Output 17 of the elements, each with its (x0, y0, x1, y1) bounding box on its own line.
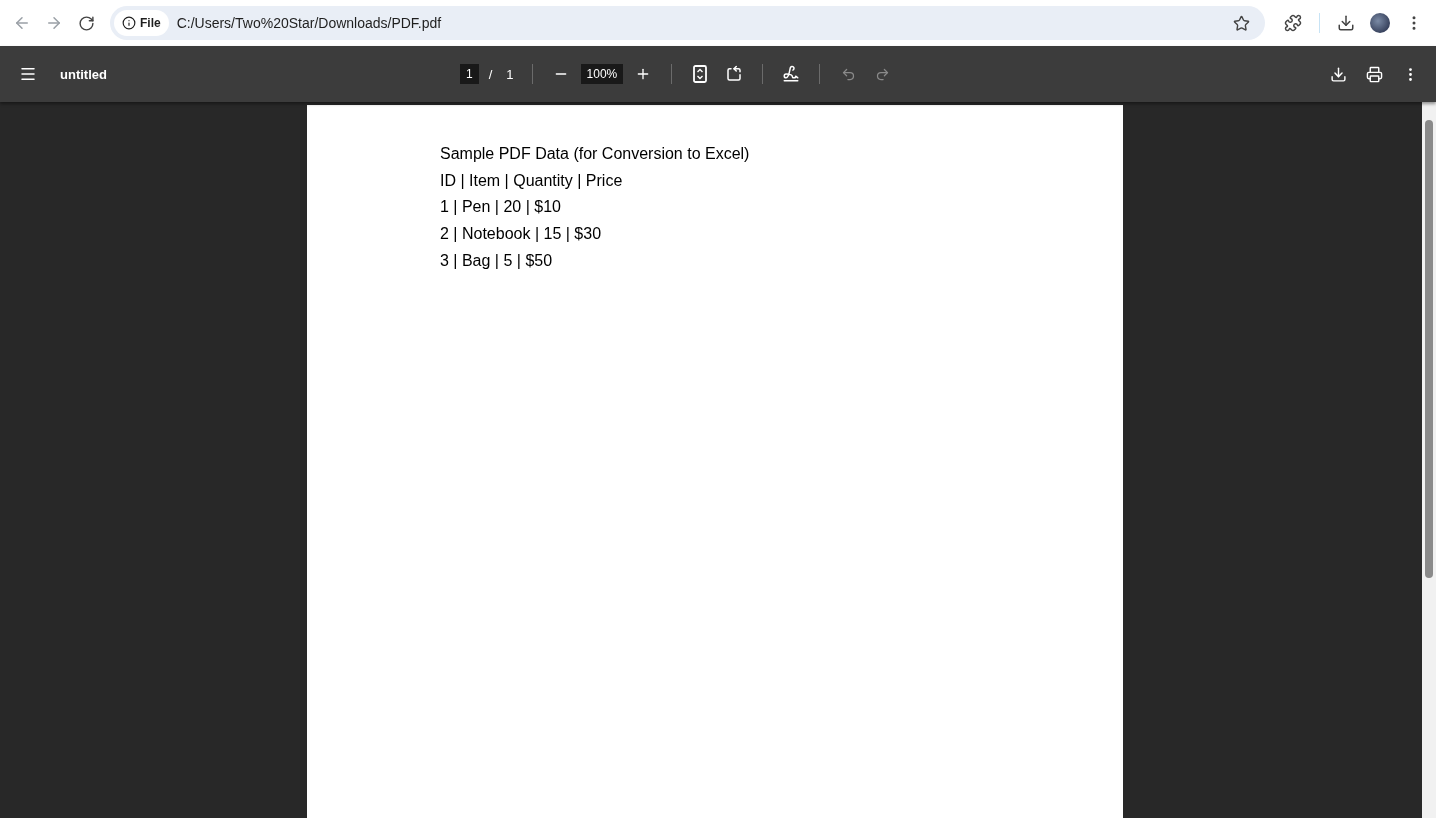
address-bar[interactable]: File C:/Users/Two%20Star/Downloads/PDF.pdf (110, 6, 1265, 40)
document-text-line: Sample PDF Data (for Conversion to Excel) (440, 144, 751, 164)
url-text: C:/Users/Two%20Star/Downloads/PDF.pdf (176, 15, 443, 31)
document-title: untitled (60, 66, 108, 82)
page-separator: / (488, 66, 493, 82)
site-info-button[interactable]: File (114, 10, 169, 36)
document-text-line: ID | Item | Quantity | Price (440, 170, 624, 191)
document-text-line: 2 | Notebook | 15 | $30 (440, 224, 603, 245)
scrollbar[interactable] (1422, 102, 1436, 818)
info-icon (122, 16, 136, 30)
profile-avatar[interactable] (1370, 13, 1390, 33)
document-text-line: 1 | Pen | 20 | $10 (440, 197, 562, 218)
document-text-line: 3 | Bag | 5 | $50 (440, 250, 554, 271)
reload-icon[interactable] (77, 14, 95, 32)
zoom-field[interactable]: 100% (580, 64, 624, 84)
page-total: 1 (506, 66, 514, 82)
page-number-field[interactable]: 1 (460, 64, 479, 84)
